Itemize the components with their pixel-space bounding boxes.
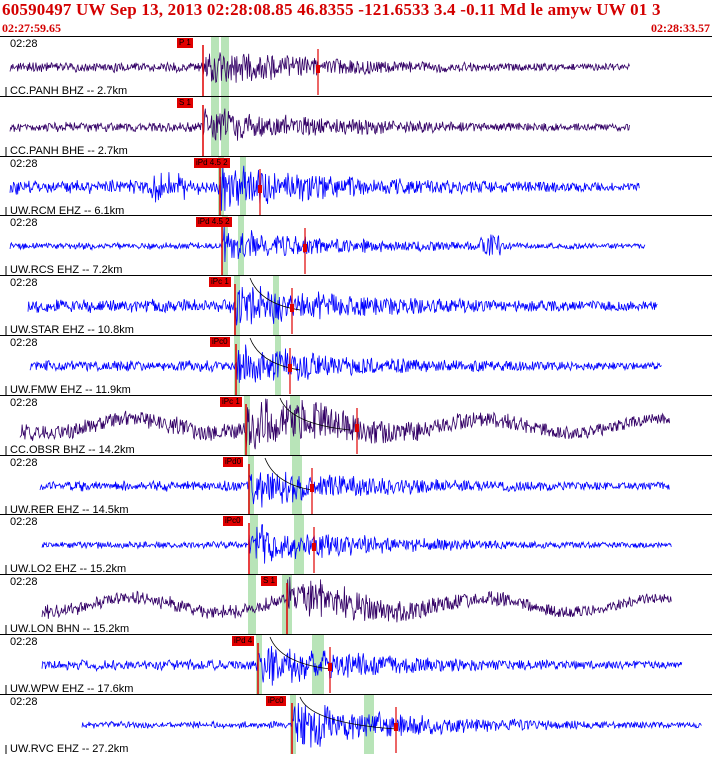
event-title: 60590497 UW Sep 13, 2013 02:28:08.85 46.… — [2, 0, 661, 19]
waveform-trace — [29, 344, 662, 383]
amplitude-mark-box — [258, 184, 262, 193]
panel-time: 02:28 — [10, 337, 38, 349]
station-label: UW.RVC EHZ -- 27.2km — [10, 742, 129, 755]
panel-time: 02:28 — [10, 38, 38, 50]
start-time: 02:27:59.65 — [2, 21, 61, 35]
seismogram-panel: 02:28 UW.RER EHZ -- 14.5km iPd0 — [0, 454, 712, 516]
phase-pick-label[interactable]: iPd 4.5 2 — [194, 157, 230, 168]
seismogram-panel: 02:28 UW.RVC EHZ -- 27.2km iPc0 — [0, 693, 712, 755]
phase-pick-label[interactable]: iPc0 — [266, 695, 286, 706]
amplitude-mark-box — [394, 722, 398, 731]
phase-pick-label[interactable]: S 1 — [261, 576, 278, 587]
analysis-window — [256, 635, 262, 694]
seismogram-panel: 02:28 CC.OBSR BHZ -- 14.2km iPc 1 — [0, 394, 712, 456]
waveform-trace — [9, 108, 630, 141]
phase-pick-label[interactable]: iPc 1 — [220, 396, 242, 407]
phase-pick-label[interactable]: iPc 1 — [209, 277, 231, 288]
seismogram-panel: 02:28 UW.FMW EHZ -- 11.9km iPc0 — [0, 335, 712, 396]
seismogram-panel: 02:28 CC.PANH BHZ -- 2.7km P 1 — [0, 36, 712, 97]
panel-time: 02:28 — [10, 576, 38, 589]
amplitude-mark-box — [316, 65, 320, 73]
amplitude-mark-box — [303, 244, 307, 253]
panel-time: 02:28 — [10, 396, 38, 409]
waveform-trace — [9, 227, 646, 263]
panel-time: 02:28 — [10, 695, 38, 708]
seismogram-panel: 02:28 UW.RCS EHZ -- 7.2km iPd 4.5 2 — [0, 215, 712, 276]
waveform-trace — [81, 702, 702, 748]
header: 60590497 UW Sep 13, 2013 02:28:08.85 46.… — [0, 0, 712, 38]
waveform-trace — [41, 645, 683, 686]
amplitude-mark-box — [328, 663, 332, 671]
seismogram-panel: 02:28 UW.LO2 EHZ -- 15.2km iPc0 — [0, 514, 712, 575]
amplitude-mark-box — [355, 423, 359, 432]
waveform-trace — [19, 398, 670, 450]
seismogram-panel: 02:28 UW.LON BHN -- 15.2km S 1 — [0, 574, 712, 635]
phase-pick-label[interactable]: iPd0 — [223, 456, 244, 467]
amplitude-mark-box — [290, 304, 294, 313]
panel-time: 02:28 — [10, 636, 38, 648]
seismogram-panel: 02:28 UW.STAR EHZ -- 10.8km iPc 1 — [0, 275, 712, 336]
seismogram-panel: 02:28 UW.RCM EHZ -- 6.1km iPd 4.5 2 — [0, 155, 712, 217]
amplitude-mark-box — [310, 483, 314, 492]
waveform-trace — [27, 286, 658, 326]
waveform-trace — [41, 524, 672, 565]
panel-time: 02:28 — [10, 217, 38, 230]
panel-time: 02:28 — [10, 516, 38, 529]
seismogram-panel: CC.PANH BHE -- 2.7km S 1 — [0, 95, 712, 157]
waveform-trace — [41, 577, 672, 623]
analysis-window — [248, 575, 256, 635]
phase-pick-label[interactable]: iPc0 — [223, 516, 243, 527]
seismogram-panel: 02:28 UW.WPW EHZ -- 17.6km iPd 4 — [0, 634, 712, 695]
phase-pick-label[interactable]: P 1 — [177, 38, 193, 48]
seismogram-panels: 02:28 CC.PANH BHZ -- 2.7km P 1 CC.PANH BHE … — [0, 36, 712, 758]
amplitude-mark-box — [312, 543, 316, 552]
waveform-trace — [39, 471, 670, 508]
end-time: 02:28:33.57 — [651, 21, 710, 35]
amplitude-mark-box — [288, 364, 292, 372]
phase-pick-label[interactable]: iPc0 — [210, 337, 230, 347]
phase-pick-label[interactable]: iPd 4.5 2 — [196, 217, 232, 228]
phase-pick-label[interactable]: iPd 4 — [232, 636, 255, 646]
phase-pick-label[interactable]: S 1 — [177, 97, 194, 108]
panel-time: 02:28 — [10, 157, 38, 170]
panel-time: 02:28 — [10, 456, 38, 469]
panel-time: 02:28 — [10, 277, 38, 290]
